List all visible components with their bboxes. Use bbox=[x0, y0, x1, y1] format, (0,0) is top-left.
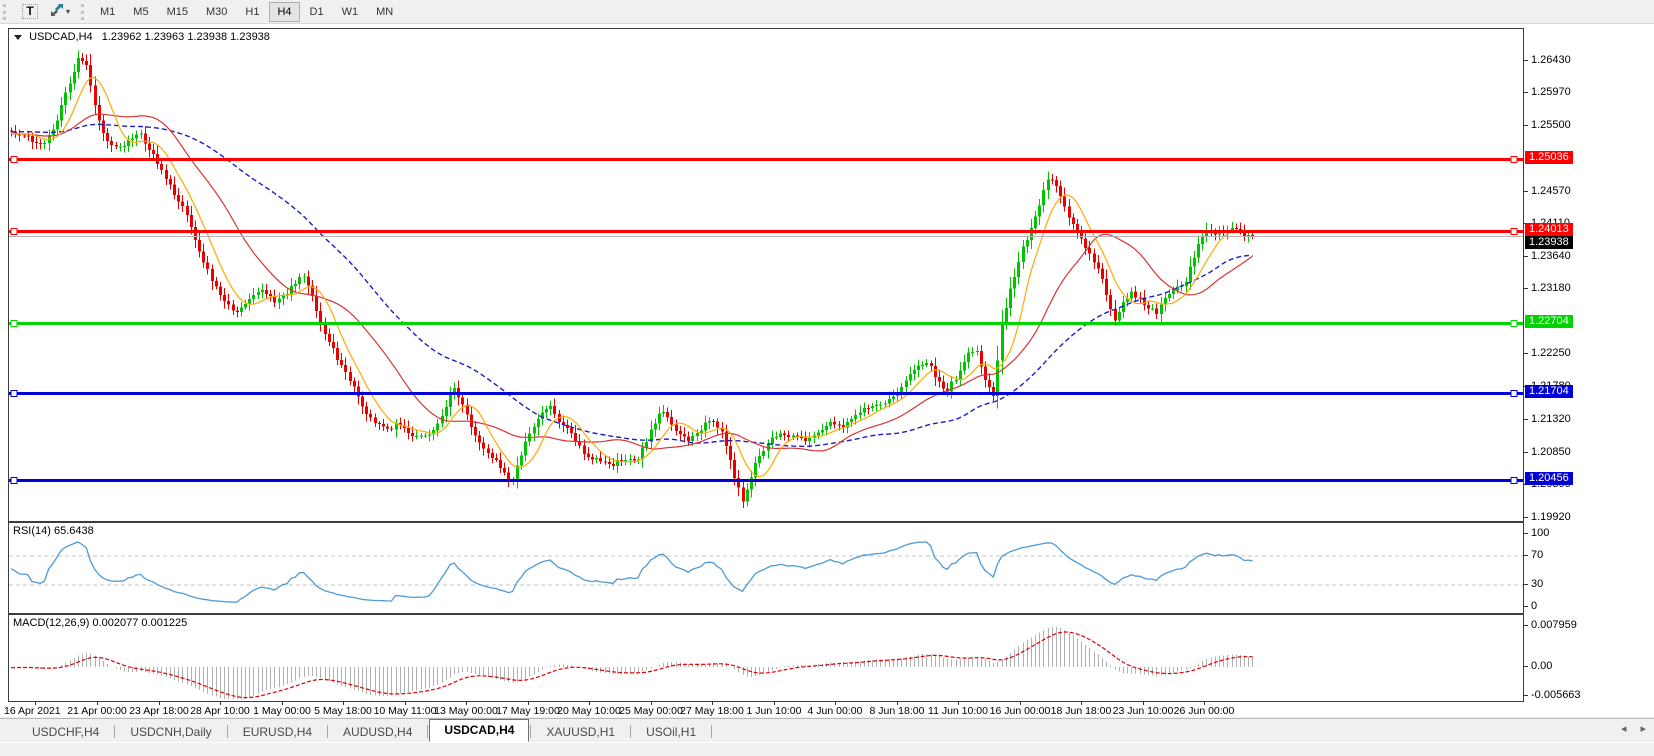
timeframe-button-h1[interactable]: H1 bbox=[237, 2, 267, 22]
tab-separator bbox=[227, 725, 228, 738]
tab-separator bbox=[427, 725, 428, 738]
text-tool-button[interactable]: T bbox=[16, 2, 44, 22]
macd-panel-svg bbox=[9, 615, 1523, 701]
tab-separator bbox=[630, 725, 631, 738]
tab-separator bbox=[530, 725, 531, 738]
macd-panel[interactable] bbox=[8, 614, 1524, 702]
tab-scroll-arrows: ◂ ▸ bbox=[1621, 722, 1646, 735]
line-handle[interactable] bbox=[11, 229, 17, 235]
tab-separator bbox=[327, 725, 328, 738]
quote-values: 1.23962 1.23963 1.23938 1.23938 bbox=[102, 31, 270, 43]
rsi-indicator-label: RSI(14) 65.6438 bbox=[13, 525, 94, 537]
tab-separator bbox=[114, 725, 115, 738]
chart-tab-usoil-h1[interactable]: USOil,H1 bbox=[632, 722, 710, 742]
chart-tab-usdcnh-daily[interactable]: USDCNH,Daily bbox=[116, 722, 225, 742]
status-bar bbox=[0, 742, 1654, 756]
chart-tab-usdchf-h4[interactable]: USDCHF,H4 bbox=[18, 722, 113, 742]
chart-tab-audusd-h4[interactable]: AUDUSD,H4 bbox=[329, 722, 426, 742]
chart-tab-bar: USDCHF,H4USDCNH,DailyEURUSD,H4AUDUSD,H4U… bbox=[0, 718, 1654, 742]
chart-client-area bbox=[0, 24, 1654, 717]
timeframe-button-w1[interactable]: W1 bbox=[334, 2, 367, 22]
timeframe-button-m1[interactable]: M1 bbox=[92, 2, 123, 22]
text-tool-icon: T bbox=[22, 4, 37, 19]
toolbar-separator bbox=[81, 4, 85, 20]
timeframe-button-m15[interactable]: M15 bbox=[159, 2, 196, 22]
tab-scroll-right-icon[interactable]: ▸ bbox=[1640, 722, 1646, 735]
rsi-panel[interactable] bbox=[8, 522, 1524, 614]
symbol-period-label: USDCAD,H4 bbox=[29, 31, 93, 43]
toolbar-grip[interactable] bbox=[3, 4, 11, 20]
timeframe-group: M1M5M15M30H1H4D1W1MN bbox=[91, 2, 402, 22]
main-chart-panel[interactable] bbox=[8, 28, 1524, 522]
line-handle[interactable] bbox=[11, 157, 17, 163]
tab-separator bbox=[711, 725, 712, 738]
timeframe-button-h4[interactable]: H4 bbox=[269, 2, 299, 22]
top-toolbar: T ▾ M1M5M15M30H1H4D1W1MN bbox=[0, 0, 1654, 24]
chart-tab-usdcad-h4[interactable]: USDCAD,H4 bbox=[429, 719, 529, 742]
rsi-panel-svg bbox=[9, 523, 1523, 613]
macd-indicator-label: MACD(12,26,9) 0.002077 0.001225 bbox=[13, 617, 187, 629]
line-handle[interactable] bbox=[1511, 157, 1517, 163]
timeframe-button-m5[interactable]: M5 bbox=[125, 2, 156, 22]
chart-tab-xauusd-h1[interactable]: XAUUSD,H1 bbox=[532, 722, 629, 742]
timeframe-button-mn[interactable]: MN bbox=[368, 2, 401, 22]
line-handle[interactable] bbox=[1511, 229, 1517, 235]
main-chart-panel-svg bbox=[9, 29, 1523, 521]
timeframe-button-m30[interactable]: M30 bbox=[198, 2, 235, 22]
line-handle[interactable] bbox=[1511, 321, 1517, 327]
objects-icon bbox=[50, 3, 64, 20]
line-handle[interactable] bbox=[1511, 391, 1517, 397]
timeframe-button-d1[interactable]: D1 bbox=[302, 2, 332, 22]
chart-title: USDCAD,H4 1.23962 1.23963 1.23938 1.2393… bbox=[14, 31, 270, 43]
chevron-down-icon: ▾ bbox=[66, 7, 70, 16]
tab-scroll-left-icon[interactable]: ◂ bbox=[1621, 722, 1627, 735]
symbol-dropdown-icon[interactable] bbox=[14, 35, 22, 40]
line-handle[interactable] bbox=[11, 321, 17, 327]
chart-tab-eurusd-h4[interactable]: EURUSD,H4 bbox=[229, 722, 326, 742]
line-handle[interactable] bbox=[11, 478, 17, 484]
line-handle[interactable] bbox=[11, 391, 17, 397]
objects-tool-button[interactable]: ▾ bbox=[46, 2, 74, 22]
line-handle[interactable] bbox=[1511, 478, 1517, 484]
